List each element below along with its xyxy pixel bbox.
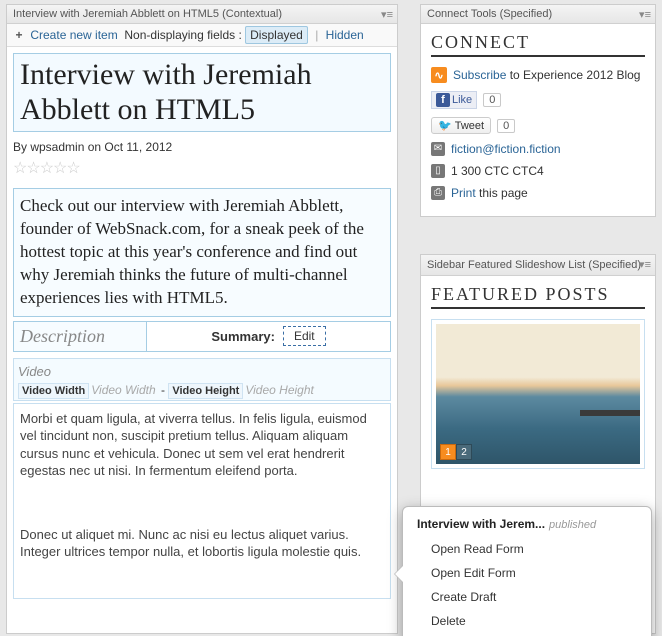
displayed-toggle[interactable]: Displayed bbox=[245, 26, 308, 44]
print-rest: this page bbox=[476, 186, 528, 200]
connect-panel: Connect Tools (Specified) ▾≡ CONNECT ∿ S… bbox=[420, 4, 656, 217]
like-label: Like bbox=[452, 94, 472, 106]
fb-like-button[interactable]: fLike bbox=[431, 91, 477, 109]
video-placeholder[interactable]: Video bbox=[18, 362, 386, 383]
non-displaying-label: Non-displaying fields : bbox=[124, 28, 241, 42]
print-row: ⎙ Print this page bbox=[431, 186, 645, 200]
subscribe-row: ∿ Subscribe to Experience 2012 Blog bbox=[431, 67, 645, 83]
hidden-toggle[interactable]: Hidden bbox=[326, 28, 364, 42]
author-name: wpsadmin bbox=[30, 140, 84, 154]
dash: - bbox=[158, 383, 169, 397]
tweet-count: 0 bbox=[497, 119, 515, 133]
rating-stars[interactable]: ☆☆☆☆☆ bbox=[13, 158, 391, 178]
like-row: fLike 0 bbox=[431, 91, 645, 109]
connect-header-title: Connect Tools (Specified) bbox=[427, 8, 552, 20]
menu-delete[interactable]: Delete bbox=[403, 609, 651, 633]
context-menu-status: published bbox=[549, 519, 596, 531]
like-count: 0 bbox=[483, 93, 501, 107]
context-menu: Interview with Jerem... published Open Re… bbox=[402, 506, 652, 636]
video-dimensions-row: Video WidthVideo Width - Video HeightVid… bbox=[18, 383, 386, 397]
featured-header-title: Sidebar Featured Slideshow List (Specifi… bbox=[427, 259, 641, 271]
connect-title: CONNECT bbox=[431, 32, 645, 57]
publish-date: Oct 11, 2012 bbox=[104, 140, 172, 154]
subscribe-rest: to Experience 2012 Blog bbox=[506, 68, 640, 82]
create-new-item-link[interactable]: Create new item bbox=[30, 28, 117, 42]
slide-pager: 1 2 bbox=[440, 444, 472, 460]
connect-header: Connect Tools (Specified) ▾≡ bbox=[421, 5, 655, 24]
phone-icon: ▯ bbox=[431, 164, 445, 178]
tweet-row: 🐦Tweet 0 bbox=[431, 117, 645, 134]
byline: By wpsadmin on Oct 11, 2012 bbox=[13, 140, 391, 154]
pier-graphic bbox=[580, 410, 640, 416]
body-paragraph-1: Morbi et quam ligula, at viverra tellus.… bbox=[20, 410, 384, 480]
body-paragraph-2: Donec ut aliquet mi. Nunc ac nisi eu lec… bbox=[20, 526, 384, 561]
description-row: Description Summary: Edit bbox=[13, 321, 391, 352]
connect-body: CONNECT ∿ Subscribe to Experience 2012 B… bbox=[421, 24, 655, 216]
pager-1[interactable]: 1 bbox=[440, 444, 456, 460]
panel-header: Interview with Jeremiah Abblett on HTML5… bbox=[7, 5, 397, 24]
context-menu-header: Interview with Jerem... published bbox=[403, 515, 651, 537]
by-label: By bbox=[13, 140, 30, 154]
content-area: Interview with Jeremiah Abblett on HTML5… bbox=[7, 47, 397, 605]
menu-open-edit-form[interactable]: Open Edit Form bbox=[403, 561, 651, 585]
article-title: Interview with Jeremiah Abblett on HTML5 bbox=[20, 58, 384, 127]
featured-title: FEATURED POSTS bbox=[431, 284, 645, 309]
menu-create-draft[interactable]: Create Draft bbox=[403, 585, 651, 609]
email-link[interactable]: fiction@fiction.fiction bbox=[451, 142, 561, 156]
featured-header: Sidebar Featured Slideshow List (Specifi… bbox=[421, 255, 655, 276]
featured-body: FEATURED POSTS 1 2 bbox=[421, 276, 655, 477]
tweet-label: Tweet bbox=[455, 120, 484, 132]
slideshow[interactable]: 1 2 bbox=[431, 319, 645, 469]
print-icon: ⎙ bbox=[431, 186, 445, 200]
title-field[interactable]: Interview with Jeremiah Abblett on HTML5 bbox=[13, 53, 391, 132]
tweet-button[interactable]: 🐦Tweet bbox=[431, 117, 491, 134]
panel-title: Interview with Jeremiah Abblett on HTML5… bbox=[13, 8, 282, 20]
video-height-label: Video Height bbox=[168, 383, 243, 399]
context-menu-title: Interview with Jerem... bbox=[417, 517, 545, 531]
video-width-label: Video Width bbox=[18, 383, 89, 399]
summary-label: Summary: bbox=[211, 329, 275, 344]
phone-row: ▯ 1 300 CTC CTC4 bbox=[431, 164, 645, 178]
phone-text: 1 300 CTC CTC4 bbox=[451, 164, 544, 178]
video-height-input[interactable]: Video Height bbox=[245, 383, 314, 397]
subscribe-link[interactable]: Subscribe bbox=[453, 68, 506, 82]
toolbar: + Create new item Non-displaying fields … bbox=[7, 24, 397, 47]
panel-menu-icon[interactable]: ▾≡ bbox=[639, 258, 651, 272]
on-label: on bbox=[84, 140, 104, 154]
menu-open-read-form[interactable]: Open Read Form bbox=[403, 537, 651, 561]
email-row: ✉ fiction@fiction.fiction bbox=[431, 142, 645, 156]
slide-image: 1 2 bbox=[436, 324, 640, 464]
email-icon: ✉ bbox=[431, 142, 445, 156]
facebook-icon: f bbox=[436, 93, 450, 107]
video-width-input[interactable]: Video Width bbox=[91, 383, 155, 397]
rss-icon: ∿ bbox=[431, 67, 447, 83]
video-box: Video Video WidthVideo Width - Video Hei… bbox=[13, 358, 391, 401]
edit-button[interactable]: Edit bbox=[283, 326, 326, 346]
body-field[interactable]: Morbi et quam ligula, at viverra tellus.… bbox=[13, 403, 391, 599]
plus-icon[interactable]: + bbox=[13, 28, 25, 42]
separator: | bbox=[315, 28, 318, 42]
panel-menu-icon[interactable]: ▾≡ bbox=[381, 8, 393, 21]
twitter-icon: 🐦 bbox=[438, 119, 452, 132]
summary-cell: Summary: Edit bbox=[147, 321, 391, 352]
intro-field[interactable]: Check out our interview with Jeremiah Ab… bbox=[13, 188, 391, 317]
description-label: Description bbox=[13, 321, 147, 352]
article-editor-panel: Interview with Jeremiah Abblett on HTML5… bbox=[6, 4, 398, 634]
panel-menu-icon[interactable]: ▾≡ bbox=[639, 8, 651, 21]
pager-2[interactable]: 2 bbox=[456, 444, 472, 460]
print-link[interactable]: Print bbox=[451, 186, 476, 200]
